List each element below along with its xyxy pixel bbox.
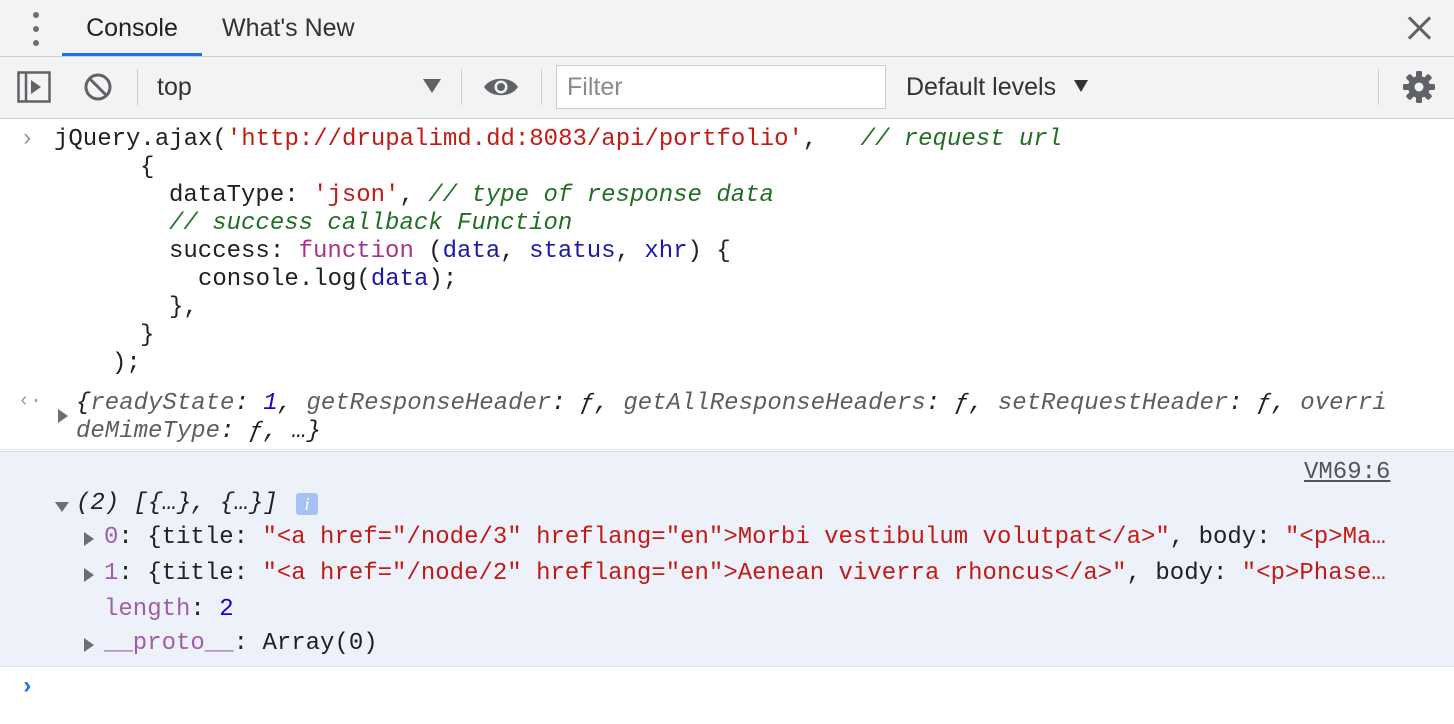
code-line-4: // success callback Function [169,210,573,237]
more-options-icon[interactable] [26,12,46,46]
code-line-5: success: function (data, status, xhr) { [169,238,731,265]
tab-bar: Console What's New [0,0,1454,57]
expand-triangle-icon[interactable] [84,568,94,582]
array-item-1[interactable]: 1: {title: "<a href="/node/2" hreflang="… [104,560,1386,587]
log-levels-dropdown[interactable]: Default levels [906,73,1056,102]
levels-dropdown-arrow-icon[interactable] [1074,80,1088,92]
source-link[interactable]: VM69:6 [1304,459,1390,486]
toolbar-divider [461,69,462,105]
array-proto[interactable]: __proto__: Array(0) [104,630,378,657]
code-line-1: jQuery.ajax('http://drupalimd.dd:8083/ap… [54,126,1063,153]
context-selector[interactable]: top [157,73,192,102]
live-expression-eye-icon[interactable] [483,75,519,99]
code-line-8: } [140,322,155,349]
input-prompt-icon: › [20,126,35,153]
filter-input[interactable] [556,65,886,109]
clear-console-icon[interactable] [83,72,113,102]
code-line-2: { [140,154,155,181]
code-line-9: ); [112,350,141,377]
console-toolbar: top Default levels [0,57,1454,119]
toolbar-divider [137,69,138,105]
sidebar-toggle-icon[interactable] [17,71,51,103]
expand-triangle-icon[interactable] [58,409,68,423]
tab-whats-new[interactable]: What's New [222,0,355,56]
return-line-1[interactable]: {readyState: 1, getResponseHeader: ƒ, ge… [76,390,1387,417]
output-prompt-icon: ‹· [18,390,43,413]
toolbar-divider [541,69,542,105]
code-line-3: dataType: 'json', // type of response da… [169,182,774,209]
close-icon[interactable] [1404,13,1434,43]
console-prompt-icon[interactable]: › [20,674,34,701]
expand-triangle-icon[interactable] [84,532,94,546]
return-line-2: deMimeType: ƒ, …} [76,418,321,445]
code-line-6: console.log(data); [198,266,458,293]
info-icon[interactable]: i [296,493,318,515]
array-item-0[interactable]: 0: {title: "<a href="/node/3" hreflang="… [104,524,1386,551]
context-dropdown-arrow-icon[interactable] [423,79,441,93]
array-length: length: 2 [104,596,234,623]
toolbar-divider [1378,69,1379,105]
collapse-triangle-icon[interactable] [55,502,69,512]
expand-triangle-icon[interactable] [84,638,94,652]
settings-gear-icon[interactable] [1403,71,1435,103]
code-line-7: }, [169,294,198,321]
array-summary[interactable]: (2) [{…}, {…}] [76,490,278,517]
tab-console[interactable]: Console [62,0,202,56]
message-divider [0,449,1454,450]
